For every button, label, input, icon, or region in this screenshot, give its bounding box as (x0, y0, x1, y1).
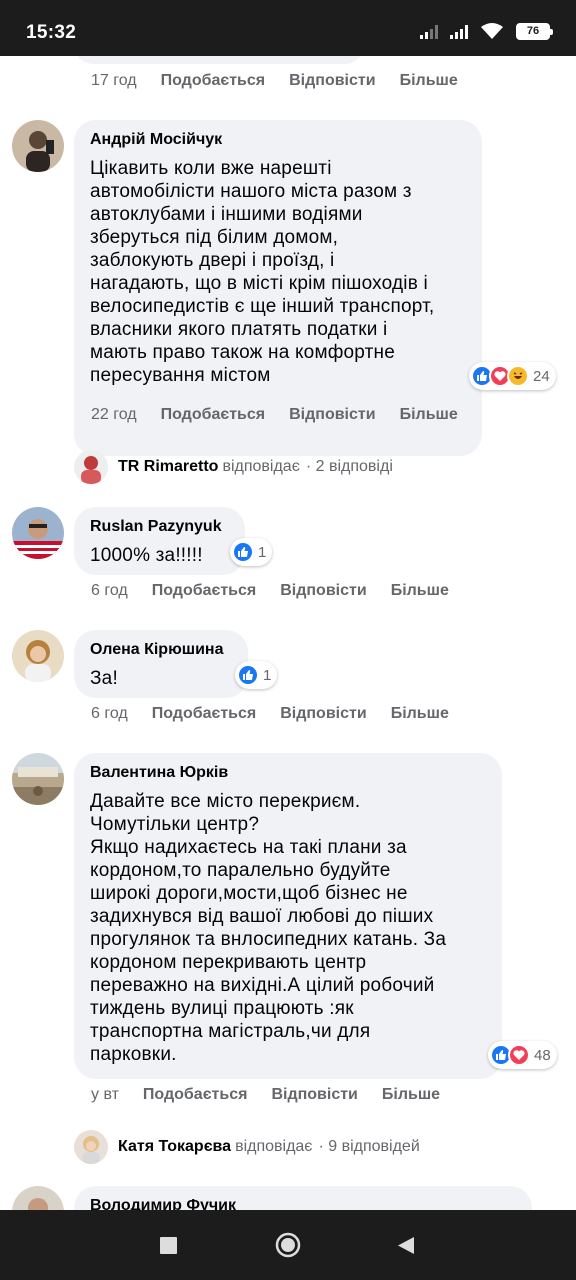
avatar[interactable] (12, 753, 64, 805)
more-button[interactable]: Більше (391, 705, 449, 723)
more-button[interactable]: Більше (382, 1086, 440, 1104)
square-icon (160, 1237, 177, 1254)
back-button[interactable] (397, 1236, 415, 1260)
reactions-badge[interactable]: 48 (488, 1041, 557, 1069)
comment-age: 22 год (91, 406, 137, 423)
like-reaction-icon (232, 541, 254, 563)
comment-bubble: Володимир Фучик (74, 1186, 532, 1210)
comment-actions: 22 год Подобається Відповісти Більше (91, 406, 482, 424)
comment-text: Цікавить коли вже нарешті автомобілісти … (90, 158, 435, 386)
comments-feed[interactable]: 17 год Подобається Відповісти Більше Анд… (0, 56, 576, 1210)
more-button[interactable]: Більше (391, 582, 449, 600)
reply-author: TR Rimaretto (118, 458, 219, 475)
status-bar: 15:32 76 (0, 0, 576, 56)
comment-age: 6 год (91, 582, 128, 599)
avatar[interactable] (12, 1186, 64, 1210)
reaction-count: 1 (263, 666, 272, 684)
battery-icon: 76 (516, 22, 553, 40)
comment-age: 6 год (91, 705, 128, 722)
wifi-icon (481, 23, 503, 39)
comment-author[interactable]: Валентина Юрків (90, 763, 486, 783)
reactions-badge[interactable]: 1 (235, 661, 278, 689)
reply-button[interactable]: Відповісти (289, 406, 375, 424)
back-triangle-icon (398, 1237, 414, 1254)
reply-button[interactable]: Відповісти (280, 582, 366, 600)
comment-author[interactable]: Андрій Мосійчук (90, 130, 466, 150)
reply-verb: відповідає (222, 458, 300, 475)
comment-author[interactable]: Володимир Фучик (90, 1196, 516, 1210)
signal-icon (450, 23, 468, 39)
comment-bubble-cut (74, 56, 364, 64)
comment-author[interactable]: Ruslan Pazynyuk (90, 517, 229, 537)
circle-icon (275, 1232, 301, 1258)
reply-button[interactable]: Відповісти (271, 1086, 357, 1104)
reply-avatar (74, 450, 108, 484)
reactions-badge[interactable]: 1 (230, 538, 273, 566)
reply-count: · 2 відповіді (305, 458, 393, 475)
recents-button[interactable] (160, 1237, 177, 1259)
like-button[interactable]: Подобається (143, 1086, 248, 1104)
more-button[interactable]: Більше (400, 406, 458, 424)
like-reaction-icon (237, 664, 259, 686)
love-reaction-icon (508, 1044, 530, 1066)
comment-text: 1000% за!!!!! (90, 545, 203, 566)
system-navigation-bar (0, 1210, 576, 1280)
reaction-count: 48 (534, 1046, 551, 1064)
view-replies-link[interactable]: TR Rimaretto відповідає · 2 відповіді (74, 450, 393, 484)
comment-age: 17 год (91, 72, 137, 89)
reply-avatar (74, 1130, 108, 1164)
signal-icon (420, 23, 438, 39)
reaction-count: 1 (258, 543, 267, 561)
reply-count: · 9 відповідей (318, 1138, 420, 1155)
reply-button[interactable]: Відповісти (280, 705, 366, 723)
like-button[interactable]: Подобається (152, 582, 257, 600)
view-replies-link[interactable]: Катя Токарєва відповідає · 9 відповідей (74, 1130, 420, 1164)
comment-text: За! (90, 668, 118, 689)
comment-actions: у вт Подобається Відповісти Більше (91, 1086, 464, 1104)
like-button[interactable]: Подобається (152, 705, 257, 723)
home-button[interactable] (275, 1232, 301, 1263)
haha-reaction-icon (507, 365, 529, 387)
like-button[interactable]: Подобається (161, 72, 266, 90)
comment-age: у вт (91, 1086, 119, 1103)
avatar[interactable] (12, 120, 64, 172)
comment-bubble: Ruslan Pazynyuk 1000% за!!!!! (74, 507, 245, 575)
like-button[interactable]: Подобається (161, 406, 266, 424)
reply-verb: відповідає (235, 1138, 313, 1155)
reaction-count: 24 (533, 367, 550, 385)
status-time: 15:32 (26, 22, 77, 43)
comment-author[interactable]: Олена Кірюшина (90, 640, 232, 660)
comment-text: Давайте все місто перекриєм. Чомутільки … (90, 791, 447, 1065)
reply-button[interactable]: Відповісти (289, 72, 375, 90)
reply-author: Катя Токарєва (118, 1138, 232, 1155)
reactions-badge[interactable]: 24 (469, 362, 556, 390)
comment-actions: 6 год Подобається Відповісти Більше (91, 582, 473, 600)
comment-actions: 6 год Подобається Відповісти Більше (91, 705, 473, 723)
comment-bubble: Валентина Юрків Давайте все місто перекр… (74, 753, 502, 1079)
avatar[interactable] (12, 507, 64, 559)
status-icons: 76 (420, 22, 553, 40)
avatar[interactable] (12, 630, 64, 682)
comment-actions: 17 год Подобається Відповісти Більше (91, 72, 482, 90)
comment-bubble: Олена Кірюшина За! (74, 630, 248, 698)
more-button[interactable]: Більше (400, 72, 458, 90)
